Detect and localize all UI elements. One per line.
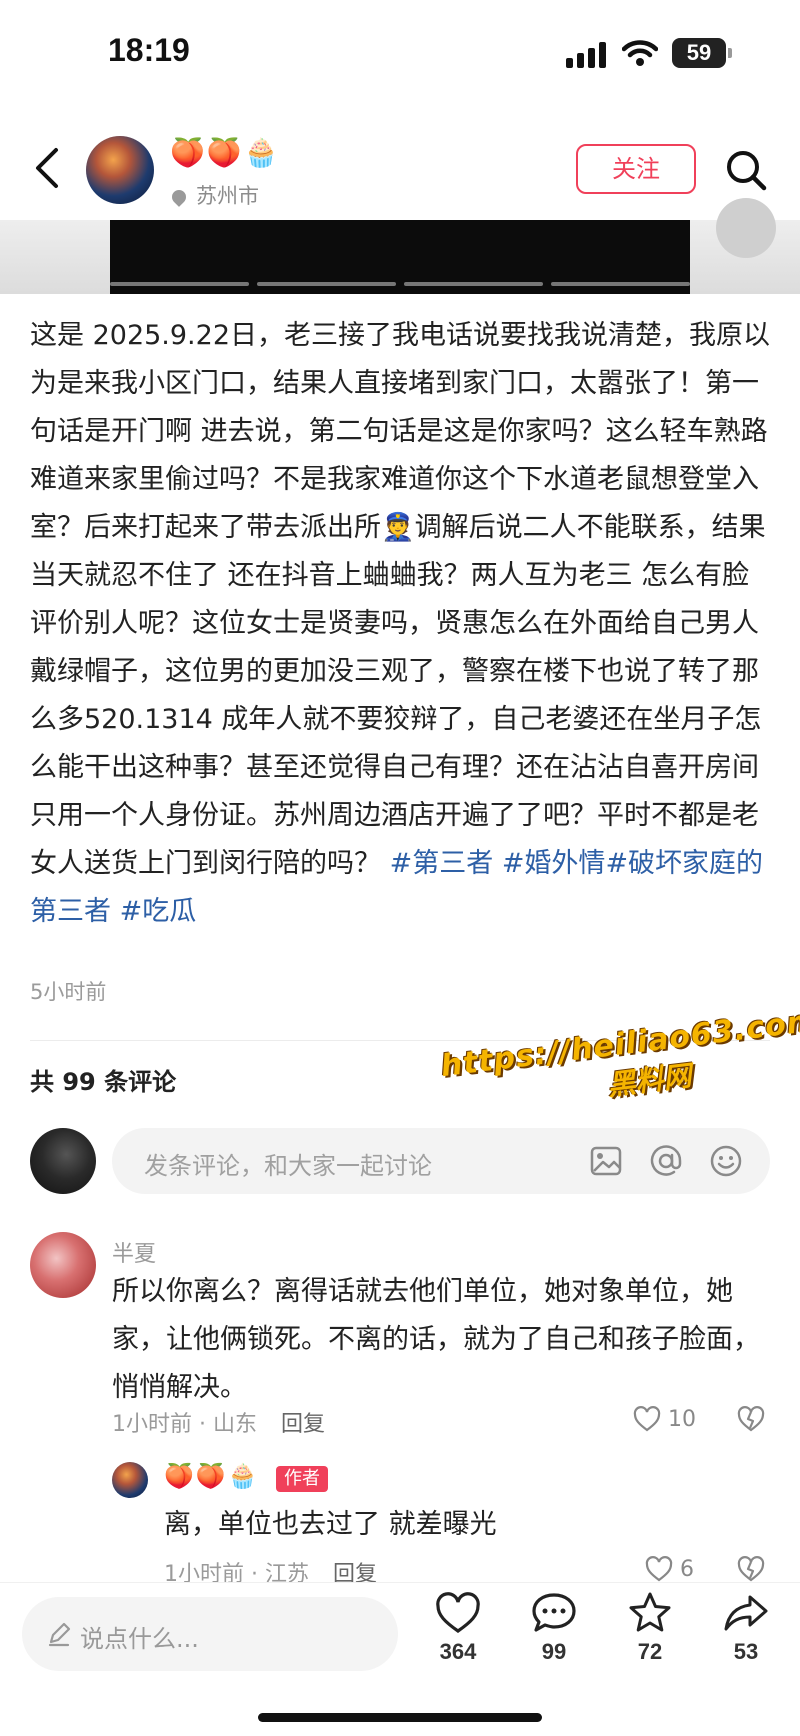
- comment-input-row: 发条评论，和大家一起讨论: [30, 1128, 770, 1194]
- bottom-action-bar: 说点什么... 364 99 72 53: [0, 1582, 800, 1736]
- at-icon[interactable]: [648, 1143, 684, 1179]
- author-avatar[interactable]: [86, 136, 154, 204]
- media-carousel[interactable]: [0, 198, 800, 294]
- back-icon[interactable]: [30, 146, 66, 190]
- hashtag-link[interactable]: #婚外情: [502, 848, 606, 879]
- share-icon: [724, 1595, 768, 1631]
- comment-time-location: 1小时前 · 山东: [112, 1412, 257, 1437]
- reply-like-button[interactable]: 6: [644, 1554, 694, 1584]
- comment-input-placeholder: 发条评论，和大家一起讨论: [144, 1152, 432, 1180]
- post-text: 这是 2025.9.22日，老三接了我电话说要找我说清楚，我原以为是来我小区门口…: [30, 320, 770, 879]
- say-input-placeholder: 说点什么...: [80, 1625, 199, 1653]
- pencil-icon: [48, 1622, 71, 1647]
- comment-meta: 1小时前 · 山东 回复: [112, 1406, 325, 1438]
- watermark: https://heiliao63.com 黑料网: [439, 1003, 800, 1124]
- reply-like-count: 6: [680, 1556, 694, 1582]
- comment-like-count: 10: [668, 1406, 696, 1432]
- favorite-button[interactable]: 72: [610, 1591, 690, 1665]
- dislike-icon[interactable]: [736, 1554, 766, 1584]
- say-something-input[interactable]: 说点什么...: [22, 1597, 398, 1671]
- share-button[interactable]: 53: [706, 1591, 786, 1665]
- comment-text: 所以你离么？离得话就去他们单位，她对象单位，她家，让他俩锁死。不离的话，就为了自…: [112, 1276, 760, 1403]
- dislike-icon[interactable]: [736, 1404, 766, 1434]
- reply-button[interactable]: 回复: [281, 1412, 325, 1437]
- comment-like-button[interactable]: 10: [632, 1404, 696, 1434]
- post-time: 5小时前: [30, 980, 107, 1004]
- battery-level: 59: [686, 40, 712, 65]
- location-text: 苏州市: [196, 184, 259, 208]
- reply-author-name[interactable]: 🍑🍑🧁: [164, 1462, 260, 1490]
- like-button[interactable]: 364: [418, 1591, 498, 1665]
- carousel-indicator: [110, 282, 690, 286]
- commenter-avatar[interactable]: [30, 1232, 96, 1298]
- share-count: 53: [733, 1639, 759, 1664]
- status-bar: 18:19 59: [0, 0, 800, 110]
- author-badge: 作者: [276, 1466, 328, 1492]
- reply-text: 离，单位也去过了 就差曝光: [164, 1509, 497, 1540]
- comment-button[interactable]: 99: [514, 1591, 594, 1665]
- hashtag-link[interactable]: #吃瓜: [120, 896, 197, 927]
- commenter-name[interactable]: 半夏: [112, 1236, 156, 1268]
- image-icon[interactable]: [588, 1143, 624, 1179]
- author-name[interactable]: 🍑🍑🧁: [170, 136, 281, 169]
- wifi-icon: [622, 40, 658, 66]
- heart-icon: [633, 1406, 661, 1432]
- comment-item: 半夏 所以你离么？离得话就去他们单位，她对象单位，她家，让他俩锁死。不离的话，就…: [30, 1232, 770, 1437]
- status-time: 18:19: [108, 32, 190, 68]
- battery-icon: 59: [672, 38, 732, 68]
- comment-count-number: 99: [541, 1639, 567, 1664]
- comment-input[interactable]: 发条评论，和大家一起讨论: [112, 1128, 770, 1194]
- like-count: 364: [439, 1639, 477, 1664]
- media-overlay-button[interactable]: [716, 198, 776, 258]
- home-indicator: [258, 1713, 542, 1722]
- reply-author-avatar[interactable]: [112, 1462, 148, 1498]
- star-icon: [629, 1592, 671, 1632]
- comment-count: 共 99 条评论: [30, 1068, 177, 1096]
- signal-icon: [566, 42, 610, 68]
- current-user-avatar: [30, 1128, 96, 1194]
- heart-icon: [645, 1556, 673, 1582]
- post-body: 这是 2025.9.22日，老三接了我电话说要找我说清楚，我原以为是来我小区门口…: [30, 312, 774, 936]
- emoji-icon[interactable]: [708, 1143, 744, 1179]
- location-label: 苏州市: [169, 180, 259, 210]
- hashtag-link[interactable]: #第三者: [390, 848, 494, 879]
- follow-button[interactable]: 关注: [576, 144, 696, 194]
- favorite-count: 72: [637, 1639, 663, 1664]
- location-pin-icon: [169, 187, 189, 207]
- search-icon[interactable]: [724, 148, 768, 192]
- comment-icon: [532, 1593, 576, 1632]
- heart-icon: [436, 1592, 480, 1633]
- post-header: 🍑🍑🧁 苏州市 关注: [0, 120, 800, 220]
